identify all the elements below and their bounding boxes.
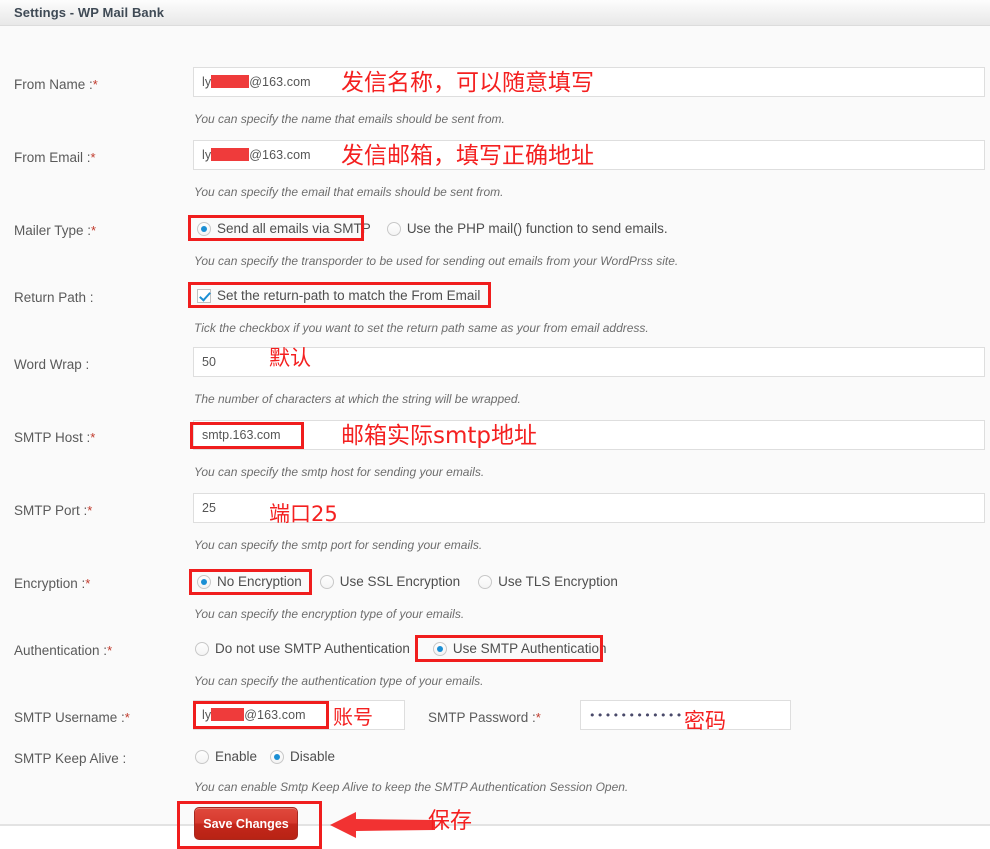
smtp-password-value: •••••••••••• <box>589 709 684 722</box>
smtp-keep-alive-options: Enable Disable <box>195 749 351 764</box>
radio-icon[interactable] <box>320 575 334 589</box>
from-name-value-suffix: @163.com <box>249 75 310 89</box>
hint-return-path: Tick the checkbox if you want to set the… <box>194 321 649 335</box>
from-name-value-prefix: ly <box>202 75 211 89</box>
required-star: * <box>91 150 96 165</box>
window-title: Settings - WP Mail Bank <box>14 5 164 20</box>
option-label: Use TLS Encryption <box>498 574 618 589</box>
hint-mailer-type: You can specify the transporder to be us… <box>194 254 678 268</box>
annotation-word-wrap: 默认 <box>269 348 311 369</box>
hint-from-email: You can specify the email that emails sh… <box>194 185 504 199</box>
label-word-wrap: Word Wrap : <box>14 357 89 372</box>
annotation-save: 保存 <box>428 811 472 833</box>
encryption-options: No Encryption Use SSL Encryption Use TLS… <box>197 574 634 589</box>
mailer-type-option-smtp[interactable]: Send all emails via SMTP <box>197 221 371 236</box>
hint-encryption: You can specify the encryption type of y… <box>194 607 464 621</box>
redaction-block <box>211 75 249 88</box>
label-smtp-password: SMTP Password :* <box>428 710 541 725</box>
radio-icon[interactable] <box>387 222 401 236</box>
pointer-arrow-icon <box>330 809 435 841</box>
hint-smtp-keep-alive: You can enable Smtp Keep Alive to keep t… <box>194 780 628 794</box>
smtp-host-value: smtp.163.com <box>202 428 281 442</box>
option-label: Set the return-path to match the From Em… <box>217 288 480 303</box>
authentication-option-enabled[interactable]: Use SMTP Authentication <box>433 641 607 656</box>
return-path-checkbox-option[interactable]: Set the return-path to match the From Em… <box>197 288 480 303</box>
label-encryption: Encryption :* <box>14 576 90 591</box>
redaction-block <box>211 148 249 161</box>
smtp-host-input[interactable]: smtp.163.com <box>193 420 985 450</box>
option-label: Disable <box>290 749 335 764</box>
required-star: * <box>125 710 130 725</box>
encryption-option-none[interactable]: No Encryption <box>197 574 302 589</box>
redaction-block <box>211 708 244 721</box>
annotation-smtp-port: 端口25 <box>269 504 338 525</box>
required-star: * <box>85 576 90 591</box>
label-return-path: Return Path : <box>14 290 94 305</box>
smtp-username-input[interactable]: ly @163.com <box>193 700 405 730</box>
option-label: Use SSL Encryption <box>340 574 460 589</box>
required-star: * <box>87 503 92 518</box>
annotation-from-name: 发信名称，可以随意填写 <box>341 72 594 95</box>
smtp-port-value: 25 <box>202 501 216 515</box>
return-path-options: Set the return-path to match the From Em… <box>197 288 496 303</box>
annotation-smtp-host: 邮箱实际smtp地址 <box>341 425 537 448</box>
settings-form-page: From Name :* ly @163.com 发信名称，可以随意填写 You … <box>0 26 990 826</box>
word-wrap-input[interactable]: 50 <box>193 347 985 377</box>
save-changes-button[interactable]: Save Changes <box>194 807 298 840</box>
required-star: * <box>91 223 96 238</box>
hint-from-name: You can specify the name that emails sho… <box>194 112 505 126</box>
hint-smtp-port: You can specify the smtp port for sendin… <box>194 538 482 552</box>
annotation-from-email: 发信邮箱，填写正确地址 <box>341 145 594 168</box>
option-label: Send all emails via SMTP <box>217 221 371 236</box>
annotation-smtp-username: 账号 <box>333 707 373 727</box>
radio-icon[interactable] <box>197 575 211 589</box>
hint-word-wrap: The number of characters at which the st… <box>194 392 521 406</box>
label-smtp-port: SMTP Port :* <box>14 503 92 518</box>
option-label: Do not use SMTP Authentication <box>215 641 410 656</box>
option-label: Enable <box>215 749 257 764</box>
radio-icon[interactable] <box>195 642 209 656</box>
label-from-email: From Email :* <box>14 150 96 165</box>
label-authentication: Authentication :* <box>14 643 112 658</box>
smtp-username-value-suffix: @163.com <box>244 708 305 722</box>
annotation-smtp-password: 密码 <box>684 711 726 732</box>
required-star: * <box>90 430 95 445</box>
label-smtp-host: SMTP Host :* <box>14 430 95 445</box>
hint-authentication: You can specify the authentication type … <box>194 674 484 688</box>
checkbox-icon[interactable] <box>197 289 211 303</box>
option-label: No Encryption <box>217 574 302 589</box>
authentication-options: Do not use SMTP Authentication Use SMTP … <box>195 641 622 656</box>
label-mailer-type: Mailer Type :* <box>14 223 96 238</box>
label-from-name: From Name :* <box>14 77 98 92</box>
smtp-username-value-prefix: ly <box>202 708 211 722</box>
radio-icon[interactable] <box>197 222 211 236</box>
label-smtp-username: SMTP Username :* <box>14 710 130 725</box>
authentication-option-disabled[interactable]: Do not use SMTP Authentication <box>195 641 410 656</box>
word-wrap-value: 50 <box>202 355 216 369</box>
required-star: * <box>536 710 541 725</box>
mailer-type-options: Send all emails via SMTP Use the PHP mai… <box>197 221 684 236</box>
radio-icon[interactable] <box>433 642 447 656</box>
option-label: Use SMTP Authentication <box>453 641 607 656</box>
from-email-value-prefix: ly <box>202 148 211 162</box>
radio-icon[interactable] <box>270 750 284 764</box>
required-star: * <box>93 77 98 92</box>
encryption-option-ssl[interactable]: Use SSL Encryption <box>320 574 460 589</box>
label-smtp-keep-alive: SMTP Keep Alive : <box>14 751 126 766</box>
option-label: Use the PHP mail() function to send emai… <box>407 221 668 236</box>
encryption-option-tls[interactable]: Use TLS Encryption <box>478 574 618 589</box>
radio-icon[interactable] <box>478 575 492 589</box>
keep-alive-option-enable[interactable]: Enable <box>195 749 257 764</box>
from-email-value-suffix: @163.com <box>249 148 310 162</box>
radio-icon[interactable] <box>195 750 209 764</box>
hint-smtp-host: You can specify the smtp host for sendin… <box>194 465 484 479</box>
required-star: * <box>107 643 112 658</box>
keep-alive-option-disable[interactable]: Disable <box>270 749 335 764</box>
window-title-bar: Settings - WP Mail Bank <box>0 0 990 26</box>
mailer-type-option-php-mail[interactable]: Use the PHP mail() function to send emai… <box>387 221 668 236</box>
